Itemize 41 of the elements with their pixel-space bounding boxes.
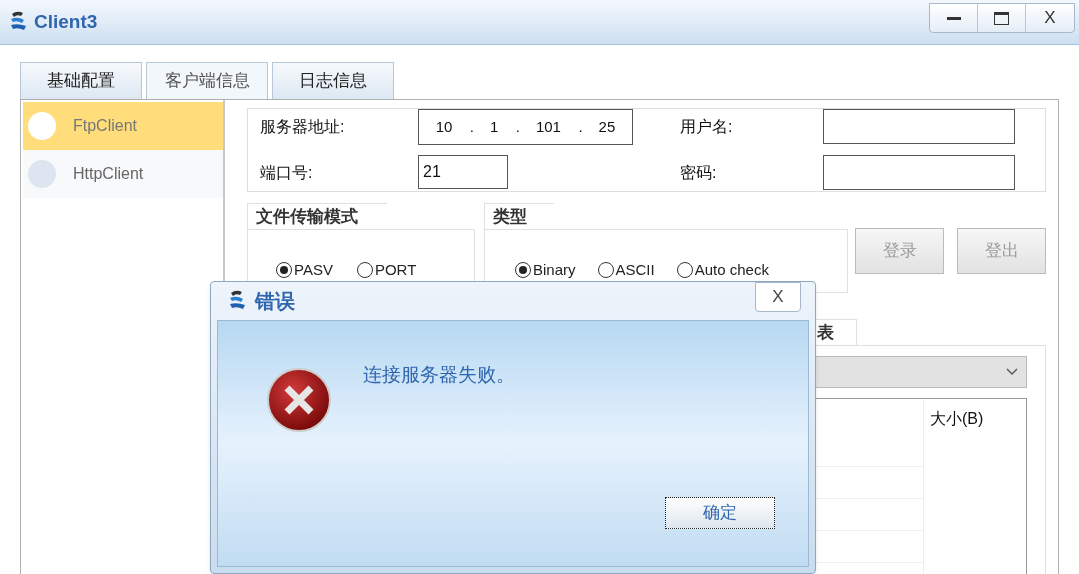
radio-button[interactable] — [597, 262, 614, 278]
radio-button[interactable] — [515, 262, 531, 278]
window-title: Client3 — [34, 9, 98, 34]
tab[interactable]: 日志信息 — [272, 62, 394, 99]
radio-button[interactable] — [276, 262, 292, 278]
error-message: 连接服务器失败。 — [363, 363, 515, 387]
username-field[interactable] — [823, 109, 1015, 144]
ip-address-field[interactable]: 10 . 1 . 101 . 25 — [418, 109, 633, 145]
radio-label: PORT — [374, 259, 417, 280]
radio-label: ASCII — [615, 259, 655, 280]
field-label: 用户名: — [680, 117, 734, 137]
separator-dot: . — [515, 116, 520, 137]
column-header[interactable]: 大小(B) — [924, 399, 1026, 431]
minimize-icon — [946, 16, 961, 20]
error-icon — [266, 367, 332, 433]
ip-octet: 10 — [435, 116, 453, 137]
chevron-down-icon — [1006, 368, 1018, 376]
port-field[interactable]: 21 — [418, 155, 508, 189]
field-label: 密码: — [680, 163, 718, 183]
radio-label: Binary — [533, 259, 576, 280]
ok-button[interactable]: 确定 — [665, 497, 775, 529]
close-button[interactable]: X — [755, 282, 801, 312]
password-field[interactable] — [823, 155, 1015, 190]
ip-octet: 1 — [490, 116, 499, 137]
radio-label: PASV — [294, 259, 333, 280]
radio-button[interactable] — [676, 262, 693, 278]
field-label: 端口号: — [260, 163, 314, 183]
separator-dot: . — [469, 116, 474, 137]
group-title: 文件传输模式 — [247, 203, 387, 229]
radio-button[interactable] — [356, 262, 373, 278]
field-label: 服务器地址: — [260, 117, 346, 137]
separator-dot: . — [578, 116, 583, 137]
ip-octet: 25 — [598, 116, 616, 137]
tab[interactable]: 客户端信息 — [146, 62, 268, 99]
radio-label: Auto check — [694, 259, 769, 280]
maximize-icon — [994, 11, 1009, 25]
client-list-item[interactable]: HttpClient — [23, 150, 223, 198]
group-title: 类型 — [484, 203, 554, 229]
ip-octet: 101 — [535, 116, 561, 137]
tab[interactable]: 基础配置 — [20, 62, 142, 99]
dialog-title: 错误 — [255, 289, 295, 314]
